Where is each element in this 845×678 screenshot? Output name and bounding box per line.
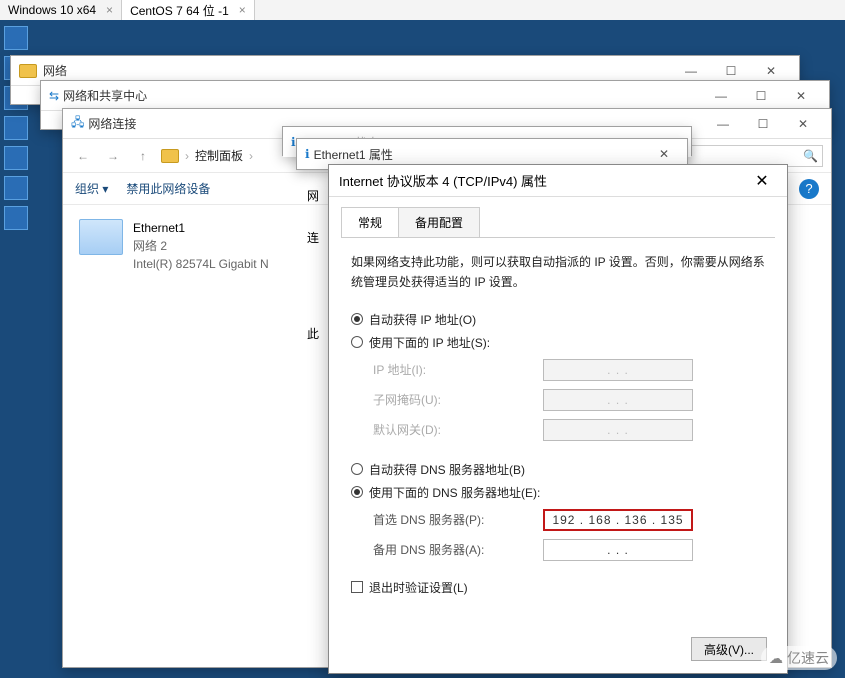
subnet-mask-input: . . . (543, 389, 693, 411)
vm-tab-label: CentOS 7 64 位 -1 (130, 2, 229, 19)
vm-tab-centos[interactable]: CentOS 7 64 位 -1 × (122, 0, 255, 20)
window-title: 网络和共享中心 (63, 87, 147, 104)
minimize-button[interactable]: — (701, 82, 741, 110)
dialog-title: Internet 协议版本 4 (TCP/IPv4) 属性 (339, 171, 547, 190)
nav-forward-button[interactable]: → (101, 149, 125, 163)
desktop-icon[interactable] (4, 146, 28, 170)
chevron-right-icon: › (249, 149, 253, 163)
radio-label: 使用下面的 IP 地址(S): (369, 334, 490, 351)
window-title: Ethernet1 属性 (314, 146, 393, 163)
help-icon[interactable]: ? (799, 179, 819, 199)
watermark-text: 亿速云 (787, 648, 829, 668)
truncated-label: 此 (307, 325, 319, 342)
info-icon: ℹ (305, 147, 310, 161)
desktop-icons (0, 20, 30, 236)
organize-dropdown[interactable]: 组织 ▾ (75, 180, 108, 197)
preferred-dns-input[interactable]: 192 . 168 . 136 . 135 (543, 509, 693, 531)
search-icon[interactable]: 🔍 (803, 149, 818, 163)
radio-auto-ip[interactable]: 自动获得 IP 地址(O) (351, 311, 765, 328)
truncated-label: 网 (307, 187, 319, 204)
nav-back-button[interactable]: ← (71, 149, 95, 163)
tab-general[interactable]: 常规 (341, 207, 399, 237)
checkbox-icon (351, 581, 363, 593)
disable-device-button[interactable]: 禁用此网络设备 (126, 180, 210, 197)
desktop-icon[interactable] (4, 176, 28, 200)
tab-label: 备用配置 (415, 216, 463, 230)
subnet-mask-label: 子网掩码(U): (373, 391, 543, 408)
vm-tab-windows[interactable]: Windows 10 x64 × (0, 0, 122, 20)
desktop-icon[interactable] (4, 26, 28, 50)
maximize-button[interactable]: ☐ (741, 82, 781, 110)
breadcrumb-item[interactable]: 控制面板 (195, 147, 243, 164)
adapter-icon: 🖧 (71, 113, 84, 134)
cloud-icon: ☁ (769, 650, 783, 667)
window-title: 网络 (43, 62, 67, 79)
vmware-tab-bar: Windows 10 x64 × CentOS 7 64 位 -1 × (0, 0, 845, 20)
radio-icon (351, 486, 363, 498)
close-button[interactable]: ✕ (781, 82, 821, 110)
dialog-ipv4-properties: Internet 协议版本 4 (TCP/IPv4) 属性 ✕ 常规 备用配置 … (328, 164, 788, 674)
checkbox-label: 退出时验证设置(L) (369, 579, 468, 596)
tab-bar: 常规 备用配置 (329, 197, 787, 237)
gateway-input: . . . (543, 419, 693, 441)
chevron-right-icon: › (185, 149, 189, 163)
desktop-icon[interactable] (4, 116, 28, 140)
adapter-name: Ethernet1 (133, 219, 269, 237)
adapter-device: Intel(R) 82574L Gigabit N (133, 255, 269, 273)
radio-use-ip[interactable]: 使用下面的 IP 地址(S): (351, 334, 765, 351)
watermark: ☁ 亿速云 (761, 646, 837, 670)
nav-up-button[interactable]: ↑ (131, 149, 155, 163)
ethernet-icon (79, 219, 123, 255)
gateway-label: 默认网关(D): (373, 421, 543, 438)
close-button[interactable]: ✕ (783, 110, 823, 138)
description-text: 如果网络支持此功能，则可以获取自动指派的 IP 设置。否则，你需要从网络系统管理… (351, 252, 765, 293)
tab-alternate[interactable]: 备用配置 (398, 207, 480, 237)
radio-icon (351, 463, 363, 475)
preferred-dns-label: 首选 DNS 服务器(P): (373, 511, 543, 528)
folder-icon (19, 64, 37, 78)
radio-use-dns[interactable]: 使用下面的 DNS 服务器地址(E): (351, 484, 765, 501)
validate-checkbox[interactable]: 退出时验证设置(L) (351, 579, 765, 596)
button-label: 高级(V)... (704, 643, 754, 657)
info-icon: ℹ (291, 135, 296, 149)
radio-label: 自动获得 DNS 服务器地址(B) (369, 461, 525, 478)
dialog-body: 如果网络支持此功能，则可以获取自动指派的 IP 设置。否则，你需要从网络系统管理… (329, 238, 787, 606)
radio-icon (351, 313, 363, 325)
tab-label: 常规 (358, 216, 382, 230)
radio-auto-dns[interactable]: 自动获得 DNS 服务器地址(B) (351, 461, 765, 478)
truncated-label: 连 (307, 229, 319, 246)
advanced-button[interactable]: 高级(V)... (691, 637, 767, 661)
desktop-icon[interactable] (4, 206, 28, 230)
alternate-dns-label: 备用 DNS 服务器(A): (373, 541, 543, 558)
close-icon[interactable]: × (239, 3, 246, 17)
close-button[interactable]: ✕ (747, 166, 777, 196)
titlebar[interactable]: ⇆ 网络和共享中心 — ☐ ✕ (41, 81, 829, 111)
vm-tab-label: Windows 10 x64 (8, 3, 96, 17)
radio-label: 自动获得 IP 地址(O) (369, 311, 476, 328)
network-icon: ⇆ (49, 89, 59, 103)
dialog-titlebar[interactable]: Internet 协议版本 4 (TCP/IPv4) 属性 ✕ (329, 165, 787, 197)
alternate-dns-input[interactable]: . . . (543, 539, 693, 561)
ip-address-input: . . . (543, 359, 693, 381)
radio-icon (351, 336, 363, 348)
ip-address-label: IP 地址(I): (373, 361, 543, 378)
maximize-button[interactable]: ☐ (743, 110, 783, 138)
minimize-button[interactable]: — (703, 110, 743, 138)
close-icon[interactable]: × (106, 3, 113, 17)
window-title: 网络连接 (88, 115, 136, 132)
adapter-network: 网络 2 (133, 237, 269, 255)
folder-icon (161, 149, 179, 163)
radio-label: 使用下面的 DNS 服务器地址(E): (369, 484, 540, 501)
